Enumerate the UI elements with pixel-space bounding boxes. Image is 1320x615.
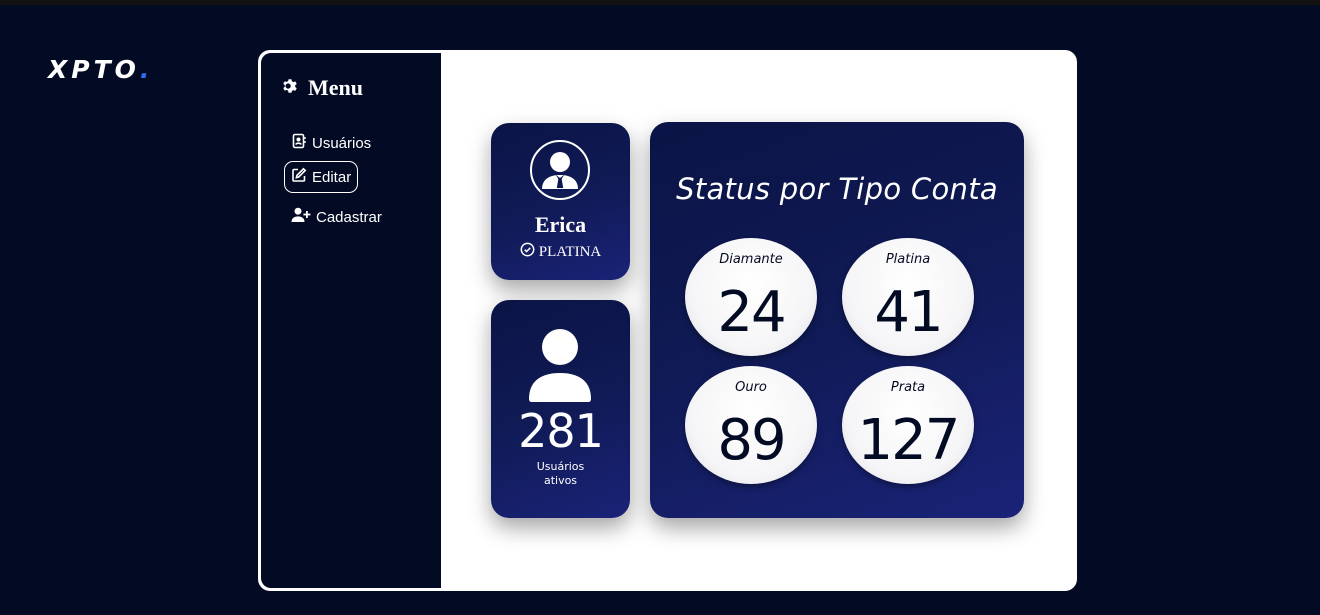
sidebar-item-label: Cadastrar [316, 208, 382, 226]
status-label: Diamante [719, 252, 783, 267]
status-value: 127 [857, 408, 961, 473]
status-label: Platina [885, 252, 931, 267]
brand-dot: . [139, 55, 150, 84]
sidebar-item-cadastrar[interactable]: Cadastrar [284, 201, 389, 233]
gear-icon [281, 75, 299, 101]
status-diamante[interactable]: Diamante 24 [685, 238, 817, 356]
avatar [530, 140, 590, 200]
check-circle-icon [520, 242, 535, 262]
menu-title: Menu [281, 75, 363, 101]
profile-tier: PLATINA [491, 242, 630, 262]
status-platina[interactable]: Platina 41 [842, 238, 974, 356]
edit-icon [291, 167, 307, 187]
active-users-card[interactable]: 281 Usuários ativos [491, 300, 630, 518]
sidebar-item-usuarios[interactable]: Usuários [284, 127, 378, 159]
address-book-icon [291, 133, 307, 153]
menu-title-label: Menu [308, 75, 363, 100]
main-panel: Menu Usuários Editar Cadastrar Erica PLA… [258, 50, 1077, 591]
active-users-count: 281 [518, 404, 604, 458]
top-bar [0, 0, 1320, 5]
profile-card[interactable]: Erica PLATINA [491, 123, 630, 280]
status-title: Status por Tipo Conta [676, 172, 998, 206]
sidebar-item-label: Editar [312, 168, 352, 186]
status-value: 41 [874, 280, 943, 345]
sidebar-item-label: Usuários [312, 134, 372, 152]
status-label: Prata [890, 380, 926, 395]
sidebar: Menu Usuários Editar Cadastrar [261, 53, 441, 588]
status-label: Ouro [735, 380, 767, 395]
user-plus-icon [291, 207, 311, 227]
user-icon [527, 327, 593, 402]
sidebar-item-editar[interactable]: Editar [284, 161, 359, 193]
user-tie-icon [532, 152, 588, 202]
active-users-label: Usuários ativos [536, 460, 585, 487]
status-ouro[interactable]: Ouro 89 [685, 366, 817, 484]
profile-name: Erica [534, 212, 587, 237]
brand-logo[interactable]: XPTO. [48, 55, 149, 84]
status-value: 89 [717, 408, 786, 473]
status-card: Status por Tipo Conta Diamante 24 Platin… [650, 122, 1024, 518]
brand-name: XPTO [48, 55, 140, 84]
status-value: 24 [717, 280, 786, 345]
profile-tier-label: PLATINA [538, 243, 602, 260]
status-prata[interactable]: Prata 127 [842, 366, 974, 484]
